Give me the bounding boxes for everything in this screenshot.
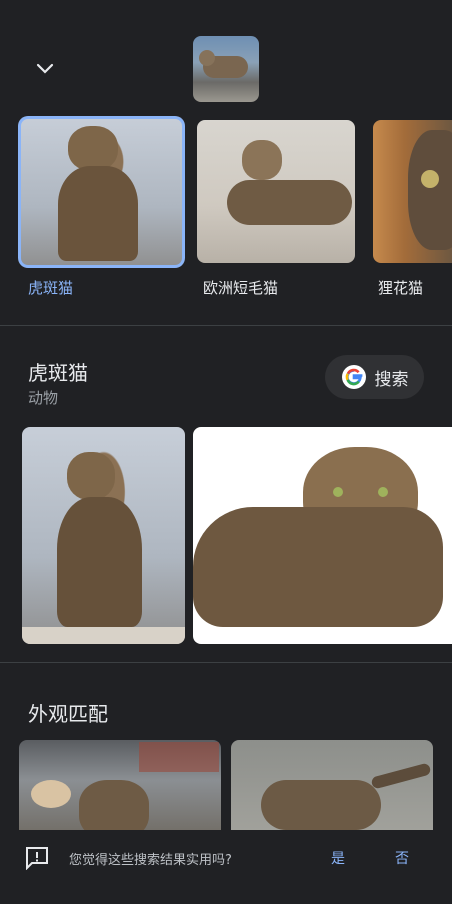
chip-image-tabby[interactable]: [18, 116, 185, 268]
feedback-icon: [24, 846, 50, 871]
entity-image-2[interactable]: [193, 427, 452, 644]
entity-image-1[interactable]: [22, 427, 185, 644]
chip-label-dragon-li[interactable]: 狸花猫: [378, 277, 423, 298]
query-image-thumbnail[interactable]: [193, 36, 259, 102]
chip-image-european-shorthair[interactable]: [197, 120, 355, 263]
entity-title: 虎斑猫: [28, 361, 88, 385]
chip-label-european-shorthair[interactable]: 欧洲短毛猫: [203, 277, 278, 298]
visual-match-image-1[interactable]: [19, 740, 221, 840]
feedback-question: 您觉得这些搜索结果实用吗?: [69, 853, 232, 868]
visual-match-image-2[interactable]: [231, 740, 433, 840]
collapse-button[interactable]: [30, 55, 60, 83]
entity-subtitle: 动物: [28, 389, 59, 407]
chevron-down-icon: [36, 63, 54, 74]
divider: [0, 325, 452, 326]
search-button-label: 搜索: [374, 369, 409, 390]
visual-matches-title: 外观匹配: [28, 702, 108, 726]
divider: [0, 662, 452, 663]
google-g-icon: [341, 365, 366, 389]
feedback-yes-button[interactable]: 是: [331, 848, 345, 868]
feedback-no-button[interactable]: 否: [395, 848, 409, 868]
chip-label-tabby[interactable]: 虎斑猫: [28, 277, 73, 298]
chip-image-dragon-li[interactable]: [373, 120, 452, 263]
feedback-bar: 您觉得这些搜索结果实用吗? 是 否: [0, 830, 452, 904]
google-search-button[interactable]: 搜索: [325, 355, 424, 399]
